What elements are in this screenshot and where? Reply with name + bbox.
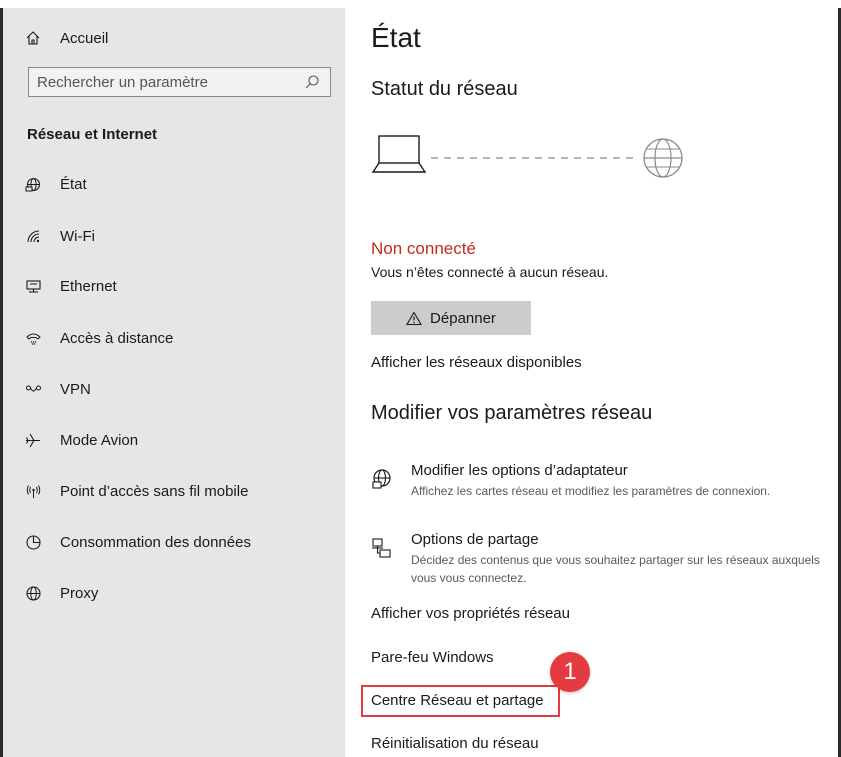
sharing-icon [371,537,393,559]
network-status-heading: Statut du réseau [371,78,518,100]
modify-settings-heading: Modifier vos paramètres réseau [371,402,653,424]
connection-status-detail: Vous n’êtes connecté à aucun réseau. [371,264,609,280]
show-available-networks-link[interactable]: Afficher les réseaux disponibles [371,354,582,371]
sidebar-item-dialup[interactable]: Accès à distance [3,318,345,358]
pie-chart-icon [23,534,43,551]
sidebar-item-home[interactable]: Accueil [3,18,345,58]
troubleshoot-button[interactable]: Dépanner [371,301,531,335]
network-properties-link[interactable]: Afficher vos propriétés réseau [371,605,570,622]
globe-icon [23,585,43,602]
hotspot-icon [23,483,43,500]
sidebar-item-label: Wi-Fi [60,227,95,245]
settings-window: Accueil Réseau et Internet État Wi-Fi [0,0,841,757]
page-title: État [371,22,421,53]
sidebar-item-etat[interactable]: État [3,164,345,204]
annotation-highlight-box [361,685,560,717]
ethernet-icon [23,278,43,295]
troubleshoot-label: Dépanner [430,309,496,327]
sharing-options-title: Options de partage [411,531,539,548]
wifi-icon [23,228,43,245]
sidebar-item-label: État [60,175,87,193]
sidebar-item-label: VPN [60,380,91,398]
sidebar-item-proxy[interactable]: Proxy [3,573,345,613]
connection-status: Non connecté [371,239,476,258]
search-input[interactable] [29,68,303,96]
sidebar-item-wifi[interactable]: Wi-Fi [3,216,345,256]
sidebar-item-label: Proxy [60,584,99,602]
sidebar-home-label: Accueil [60,29,109,47]
vpn-icon [23,381,43,398]
main-content: État Statut du réseau Non connecté Vous … [345,8,838,757]
search-icon[interactable] [303,73,321,91]
sidebar-item-label: Ethernet [60,277,117,295]
internet-globe-icon [643,138,683,178]
search-box[interactable] [28,67,331,97]
laptop-icon [371,135,427,173]
sidebar-item-airplane[interactable]: Mode Avion [3,420,345,460]
sidebar-item-vpn[interactable]: VPN [3,369,345,409]
sidebar-item-ethernet[interactable]: Ethernet [3,266,345,306]
sidebar-item-label: Point d’accès sans fil mobile [60,482,249,500]
sharing-options-desc: Décidez des contenus que vous souhaitez … [411,553,820,585]
annotation-step-badge: 1 [550,652,590,692]
network-status-illustration [371,135,683,178]
section-title: Réseau et Internet [27,126,158,143]
globe-status-icon [23,176,43,193]
sidebar-item-label: Accès à distance [60,329,174,347]
home-icon [23,30,43,46]
adapter-globe-icon [371,468,393,490]
adapter-options[interactable]: Modifier les options d’adaptateur Affich… [371,462,831,506]
warning-icon [406,310,423,326]
adapter-options-desc: Affichez les cartes réseau et modifiez l… [411,484,771,498]
network-reset-link[interactable]: Réinitialisation du réseau [371,735,539,752]
top-margin [0,0,841,8]
windows-firewall-link[interactable]: Pare-feu Windows [371,649,494,666]
sidebar: Accueil Réseau et Internet État Wi-Fi [3,8,345,757]
sidebar-item-data-usage[interactable]: Consommation des données [3,522,345,562]
airplane-icon [23,432,43,449]
phone-icon [23,330,43,347]
sharing-options[interactable]: Options de partage Décidez des contenus … [371,531,831,589]
sidebar-item-label: Consommation des données [60,533,251,551]
sidebar-item-hotspot[interactable]: Point d’accès sans fil mobile [3,471,345,511]
sidebar-item-label: Mode Avion [60,431,139,449]
adapter-options-title: Modifier les options d’adaptateur [411,462,628,479]
